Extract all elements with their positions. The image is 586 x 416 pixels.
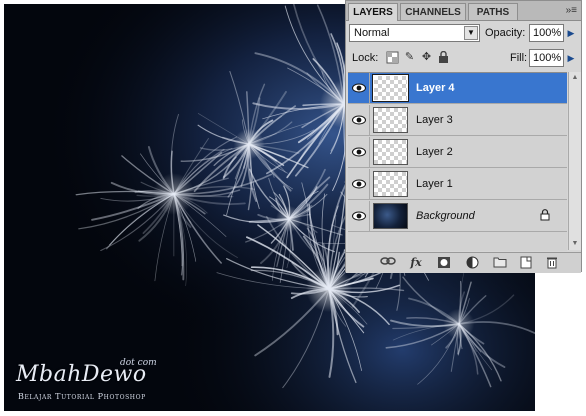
visibility-toggle[interactable] <box>348 73 370 103</box>
fill-slider-arrow-icon[interactable]: ▶ <box>565 49 577 67</box>
layer-name: Background <box>416 210 475 222</box>
chevron-down-icon[interactable]: ▼ <box>464 26 478 40</box>
lock-icon <box>540 209 550 221</box>
eye-icon <box>352 179 366 189</box>
tab-paths[interactable]: PATHS <box>468 3 518 20</box>
layer-name: Layer 1 <box>416 178 453 190</box>
layer-row-layer-4[interactable]: Layer 4 <box>348 73 567 104</box>
layers-panel: LAYERS CHANNELS PATHS »≡ Normal ▼ Opacit… <box>345 0 582 273</box>
lock-label: Lock: <box>352 52 379 64</box>
layer-row-layer-2[interactable]: Layer 2 <box>348 137 567 168</box>
new-layer-icon[interactable] <box>518 256 534 270</box>
visibility-toggle[interactable] <box>348 105 370 135</box>
layer-thumbnail <box>373 171 408 197</box>
watermark-subtitle: Belajar Tutorial Photoshop <box>18 392 146 401</box>
panel-footer: fx <box>346 252 581 273</box>
delete-layer-icon[interactable] <box>544 256 560 270</box>
visibility-toggle[interactable] <box>348 169 370 199</box>
fill-input[interactable]: 100% <box>529 49 564 67</box>
layer-mask-icon[interactable] <box>436 256 452 270</box>
link-layers-icon[interactable] <box>380 256 396 270</box>
opacity-input[interactable]: 100% <box>529 24 564 42</box>
watermark-logo: dot com MbahDewo Belajar Tutorial Photos… <box>16 350 176 408</box>
tab-layers[interactable]: LAYERS <box>348 3 398 21</box>
eye-icon <box>352 83 366 93</box>
visibility-toggle[interactable] <box>348 137 370 167</box>
scroll-up-icon[interactable]: ▲ <box>569 72 581 84</box>
layer-row-layer-1[interactable]: Layer 1 <box>348 169 567 200</box>
adjustment-layer-icon[interactable] <box>464 256 480 270</box>
layer-row-background[interactable]: Background <box>348 201 567 232</box>
new-group-icon[interactable] <box>492 256 508 270</box>
layer-name: Layer 3 <box>416 114 453 126</box>
fill-label: Fill: <box>510 52 528 64</box>
lock-paint-icon[interactable]: ✎ <box>403 51 416 64</box>
blend-mode-select[interactable]: Normal ▼ <box>349 24 480 42</box>
layer-thumbnail <box>372 74 409 102</box>
lock-move-icon[interactable]: ✥ <box>420 51 433 64</box>
layer-row-layer-3[interactable]: Layer 3 <box>348 105 567 136</box>
lock-row: Lock: ✎ ✥ Fill: 100% ▶ <box>346 48 581 70</box>
layer-thumbnail <box>373 107 408 133</box>
opacity-slider-arrow-icon[interactable]: ▶ <box>565 24 577 42</box>
panel-tab-bar: LAYERS CHANNELS PATHS »≡ <box>346 1 581 21</box>
tab-channels[interactable]: CHANNELS <box>400 3 466 20</box>
layer-name: Layer 2 <box>416 146 453 158</box>
visibility-toggle[interactable] <box>348 201 370 231</box>
layer-list-scrollbar[interactable]: ▲ ▼ <box>568 72 581 250</box>
eye-icon <box>352 211 366 221</box>
lock-all-icon[interactable] <box>437 50 450 64</box>
opacity-label: Opacity: <box>485 27 526 39</box>
blend-row: Normal ▼ Opacity: 100% ▶ <box>346 23 581 45</box>
layer-name: Layer 4 <box>416 82 455 94</box>
layer-list: Layer 4 Layer 3 Layer 2 Layer 1 Backgrou… <box>348 72 567 251</box>
layer-thumbnail <box>373 203 408 229</box>
watermark-title: MbahDewo <box>16 362 147 387</box>
scroll-down-icon[interactable]: ▼ <box>569 238 581 250</box>
panel-menu-icon[interactable]: »≡ <box>566 5 577 16</box>
layer-thumbnail <box>373 139 408 165</box>
blend-mode-value: Normal <box>354 27 390 39</box>
eye-icon <box>352 115 366 125</box>
eye-icon <box>352 147 366 157</box>
lock-transparent-icon[interactable] <box>386 51 399 64</box>
layer-style-icon[interactable]: fx <box>408 256 424 270</box>
